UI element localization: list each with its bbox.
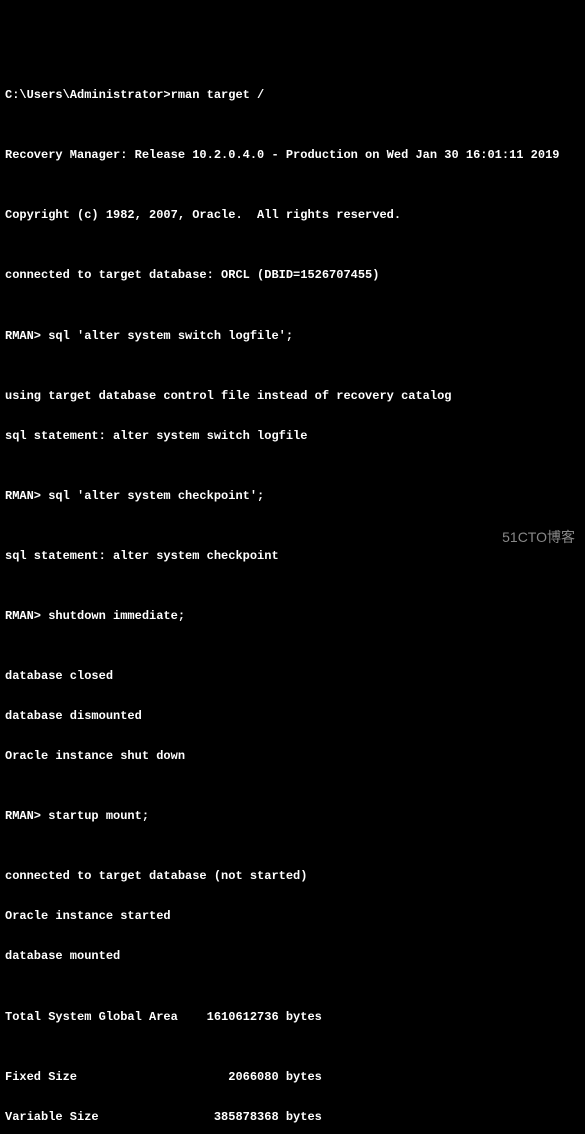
variable-size-line: Variable Size 385878368 bytes — [5, 1107, 580, 1127]
output-line: Oracle instance started — [5, 906, 580, 926]
release-line: Recovery Manager: Release 10.2.0.4.0 - P… — [5, 145, 580, 165]
rman-cmd-line: RMAN> sql 'alter system switch logfile'; — [5, 326, 580, 346]
output-line: database closed — [5, 666, 580, 686]
output-line: sql statement: alter system switch logfi… — [5, 426, 580, 446]
output-line: Oracle instance shut down — [5, 746, 580, 766]
prompt-line: C:\Users\Administrator>rman target / — [5, 85, 580, 105]
rman-cmd-line: RMAN> sql 'alter system checkpoint'; — [5, 486, 580, 506]
rman-cmd-line: RMAN> shutdown immediate; — [5, 606, 580, 626]
sga-line: Total System Global Area 1610612736 byte… — [5, 1007, 580, 1027]
output-line: sql statement: alter system checkpoint — [5, 546, 580, 566]
output-line: using target database control file inste… — [5, 386, 580, 406]
copyright-line: Copyright (c) 1982, 2007, Oracle. All ri… — [5, 205, 580, 225]
fixed-size-line: Fixed Size 2066080 bytes — [5, 1067, 580, 1087]
output-line: database mounted — [5, 946, 580, 966]
rman-cmd-line: RMAN> startup mount; — [5, 806, 580, 826]
watermark: 51CTO博客 — [502, 526, 575, 549]
output-line: connected to target database (not starte… — [5, 866, 580, 886]
connected-line: connected to target database: ORCL (DBID… — [5, 265, 580, 285]
output-line: database dismounted — [5, 706, 580, 726]
